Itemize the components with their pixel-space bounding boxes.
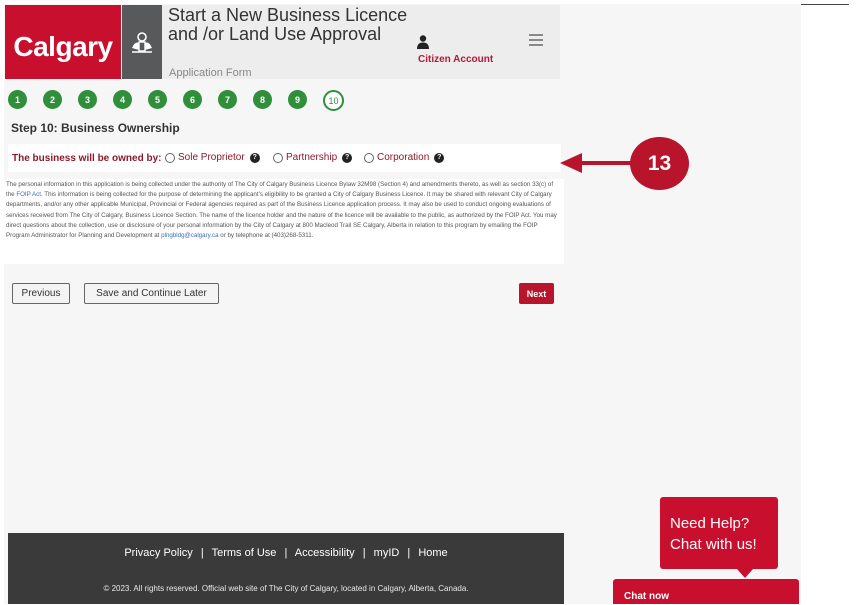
- step-5[interactable]: 5: [148, 90, 167, 109]
- step-6[interactable]: 6: [183, 90, 202, 109]
- next-button[interactable]: Next: [519, 283, 554, 304]
- chat-bubble-tail: [737, 569, 753, 578]
- step-8[interactable]: 8: [253, 90, 272, 109]
- help-icon[interactable]: ?: [249, 152, 260, 163]
- footer-separator: |: [200, 547, 204, 559]
- page-title: Start a New Business Licence and /or Lan…: [168, 5, 408, 44]
- help-icon[interactable]: ?: [342, 152, 353, 163]
- step-heading: Step 10: Business Ownership: [11, 121, 180, 135]
- footer-link-privacy[interactable]: Privacy Policy: [124, 547, 192, 559]
- email-link[interactable]: plngbldg@calgary.ca: [161, 232, 218, 239]
- step-1[interactable]: 1: [8, 90, 27, 109]
- foip-act-link[interactable]: FOIP Act: [16, 191, 41, 198]
- option-corporation[interactable]: Corporation ?: [364, 152, 445, 163]
- footer-link-myid[interactable]: myID: [374, 547, 400, 559]
- previous-button[interactable]: Previous: [12, 283, 70, 304]
- citizen-account-link[interactable]: Citizen Account: [418, 54, 493, 65]
- foip-notice-text-3: or by telephone at (403)268-5311.: [218, 232, 314, 240]
- step-2[interactable]: 2: [43, 90, 62, 109]
- chat-now-button[interactable]: Chat now: [613, 579, 799, 604]
- browser-viewport: Calgary Start a New Business Licence and…: [4, 4, 801, 604]
- ownership-question: The business will be owned by: Sole Prop…: [8, 144, 561, 172]
- footer-copyright: © 2023. All rights reserved. Official we…: [103, 584, 469, 593]
- footer-link-home[interactable]: Home: [418, 547, 447, 559]
- annotation-arrow-icon: [560, 153, 635, 173]
- step-4[interactable]: 4: [113, 90, 132, 109]
- footer-link-accessibility[interactable]: Accessibility: [295, 547, 355, 559]
- calgary-logo[interactable]: Calgary: [5, 5, 121, 79]
- step-10-current[interactable]: 10: [323, 90, 344, 111]
- option-partnership[interactable]: Partnership ?: [273, 152, 353, 163]
- step-9[interactable]: 9: [288, 90, 307, 109]
- chat-bubble-line-2: Chat with us!: [670, 536, 757, 553]
- chat-bubble-line-1: Need Help?: [670, 515, 750, 532]
- partnership-radio[interactable]: [273, 152, 283, 163]
- sole-proprietor-radio[interactable]: [165, 152, 175, 163]
- need-help-chat-bubble[interactable]: Need Help? Chat with us!: [660, 497, 778, 569]
- partnership-label: Partnership: [286, 152, 338, 163]
- user-icon[interactable]: [416, 34, 430, 50]
- site-footer: Privacy Policy | Terms of Use | Accessib…: [8, 533, 564, 604]
- help-icon[interactable]: ?: [434, 152, 445, 163]
- annotation-callout: 13: [630, 137, 689, 190]
- sole-proprietor-label: Sole Proprietor: [178, 152, 245, 163]
- page-subtitle: Application Form: [169, 67, 252, 79]
- foip-notice: The personal information in this applica…: [4, 179, 564, 264]
- footer-separator: |: [362, 547, 366, 559]
- frame-border-top: [801, 4, 849, 5]
- footer-separator: |: [407, 547, 411, 559]
- step-7[interactable]: 7: [218, 90, 237, 109]
- footer-links: Privacy Policy | Terms of Use | Accessib…: [8, 547, 564, 559]
- step-3[interactable]: 3: [78, 90, 97, 109]
- save-continue-later-button[interactable]: Save and Continue Later: [84, 283, 219, 304]
- logo-text: Calgary: [13, 31, 113, 62]
- footer-link-terms[interactable]: Terms of Use: [212, 547, 277, 559]
- option-sole-proprietor[interactable]: Sole Proprietor ?: [165, 152, 260, 163]
- corporation-radio[interactable]: [364, 152, 374, 163]
- city-crest-icon: [122, 5, 162, 79]
- corporation-label: Corporation: [377, 152, 430, 163]
- footer-separator: |: [284, 547, 288, 559]
- ownership-label: The business will be owned by:: [12, 153, 162, 164]
- menu-icon[interactable]: [529, 34, 543, 46]
